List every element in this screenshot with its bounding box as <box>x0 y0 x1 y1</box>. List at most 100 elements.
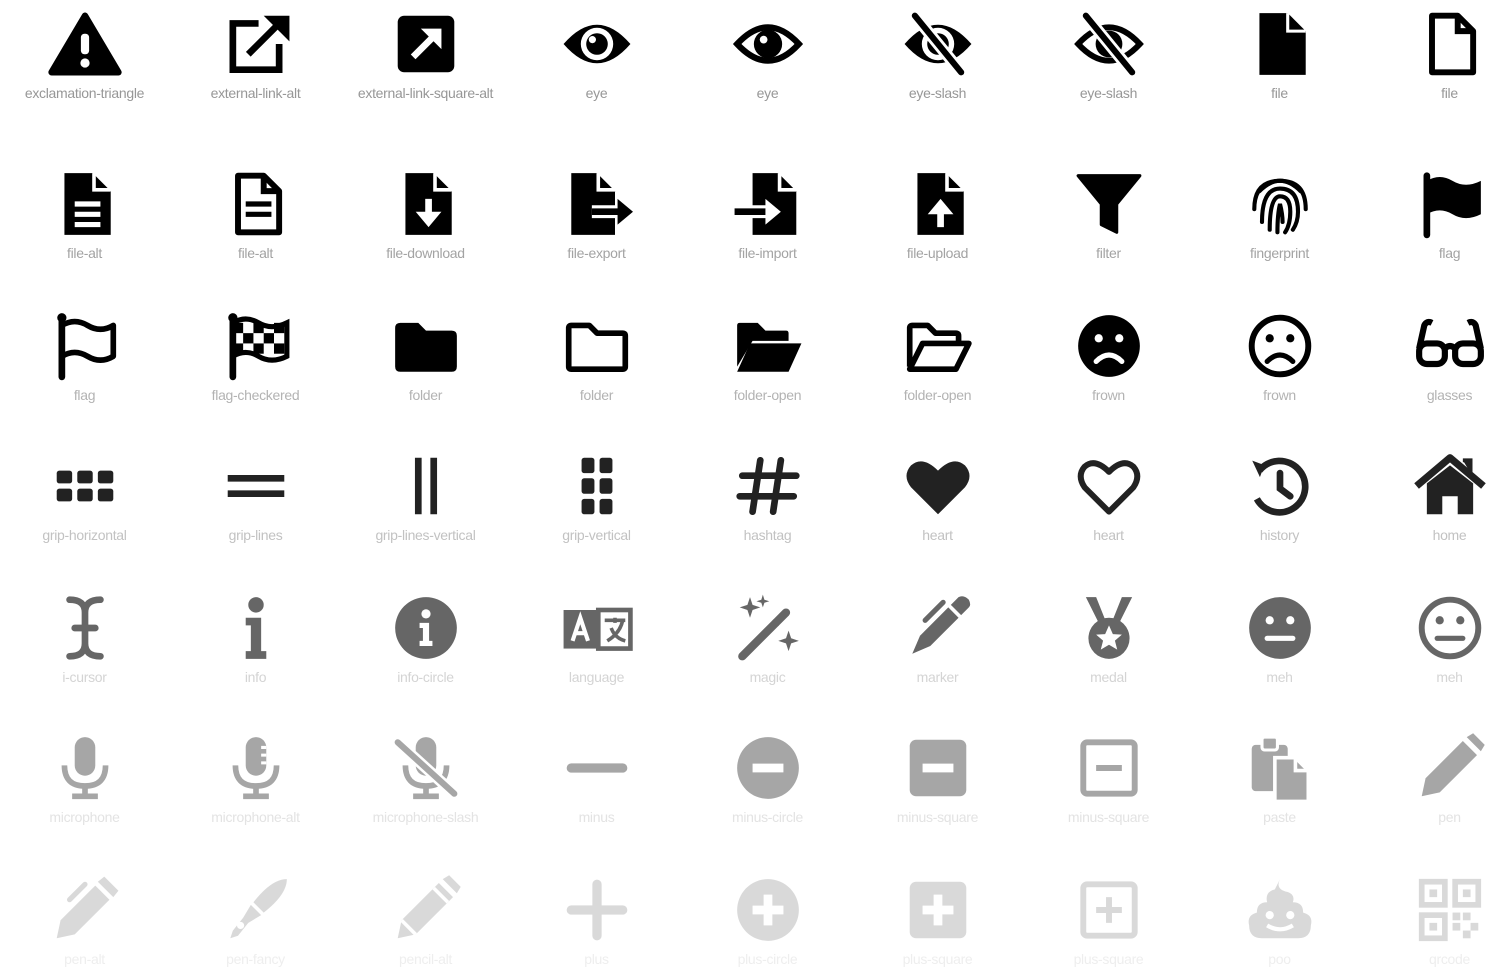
icon-tile-file-alt[interactable]: file-alt <box>0 168 170 263</box>
icon-label: file <box>1441 85 1458 101</box>
folder-open-icon <box>736 322 801 372</box>
icon-tile-folder[interactable]: folder <box>511 310 682 405</box>
eye-outline-icon <box>732 24 803 64</box>
icon-tile-minus[interactable]: minus <box>511 732 682 827</box>
icon-tile-marker[interactable]: marker <box>852 592 1023 687</box>
icon-tile-microphone[interactable]: microphone <box>0 732 170 827</box>
i-cursor-icon <box>65 596 104 660</box>
plus-square-icon <box>909 881 966 939</box>
icon-label: eye-slash <box>1079 85 1138 101</box>
icon-tile-pencil-alt[interactable]: pencil-alt <box>340 874 511 969</box>
icon-tile-file-alt[interactable]: file-alt <box>170 168 341 263</box>
icon-tile-grip-vertical[interactable]: grip-vertical <box>511 450 682 545</box>
icon-label: meh <box>1436 669 1463 685</box>
minus-square-icon <box>909 739 966 797</box>
icon-tile-history[interactable]: history <box>1194 450 1365 545</box>
icon-tile-heart[interactable]: heart <box>852 450 1023 545</box>
icon-label: frown <box>1092 387 1125 403</box>
icon-tile-grip-lines[interactable]: grip-lines <box>170 450 341 545</box>
eye-icon <box>563 24 630 64</box>
grip-horizontal-icon <box>56 470 113 502</box>
grip-lines-vertical-icon <box>414 457 437 515</box>
icon-tile-language[interactable]: language <box>511 592 682 687</box>
icon-tile-minus-square[interactable]: minus-square <box>1023 732 1194 827</box>
icon-label: language <box>568 669 625 685</box>
icon-label: file-import <box>738 245 797 261</box>
icon-label: folder <box>579 387 614 403</box>
exclamation-triangle-icon <box>47 12 122 76</box>
icon-tile-frown[interactable]: frown <box>1023 310 1194 405</box>
icon-tile-file-export[interactable]: file-export <box>511 168 682 263</box>
icon-label: folder <box>408 387 443 403</box>
icon-tile-medal[interactable]: medal <box>1023 592 1194 687</box>
icon-label: flag <box>1438 245 1461 261</box>
flag-checkered-icon <box>227 313 289 381</box>
icon-tile-meh[interactable]: meh <box>1194 592 1365 687</box>
icon-tile-flag[interactable]: flag <box>1364 168 1494 263</box>
file-icon <box>1258 13 1306 75</box>
pen-fancy-icon <box>229 879 287 939</box>
icon-label: microphone <box>49 809 120 825</box>
external-link-square-alt-icon <box>397 15 454 73</box>
icon-tile-info-circle[interactable]: info-circle <box>340 592 511 687</box>
icon-tile-meh[interactable]: meh <box>1364 592 1494 687</box>
icon-label: heart <box>1093 527 1124 543</box>
icon-label: info <box>244 669 267 685</box>
icon-tile-file[interactable]: file <box>1194 8 1365 103</box>
icon-tile-file[interactable]: file <box>1364 8 1494 103</box>
icon-tile-file-import[interactable]: file-import <box>682 168 853 263</box>
plus-icon <box>566 879 627 941</box>
icon-tile-home[interactable]: home <box>1364 450 1494 545</box>
icon-label: eye <box>756 85 779 101</box>
icon-tile-pen-alt[interactable]: pen-alt <box>0 874 170 969</box>
icon-tile-flag-checkered[interactable]: flag-checkered <box>170 310 341 405</box>
icon-tile-folder-open[interactable]: folder-open <box>852 310 1023 405</box>
icon-tile-heart[interactable]: heart <box>1023 450 1194 545</box>
icon-grid: exclamation-triangle external-link-alt ext… <box>0 0 1494 980</box>
icon-label: external-link-alt <box>210 85 301 101</box>
flag-outline-icon <box>56 313 116 381</box>
icon-tile-folder[interactable]: folder <box>340 310 511 405</box>
icon-tile-hashtag[interactable]: hashtag <box>682 450 853 545</box>
icon-tile-flag[interactable]: flag <box>0 310 170 405</box>
icon-tile-glasses[interactable]: glasses <box>1364 310 1494 405</box>
icon-tile-paste[interactable]: paste <box>1194 732 1365 827</box>
icon-tile-eye-slash[interactable]: eye-slash <box>1023 8 1194 103</box>
icon-tile-info[interactable]: info <box>170 592 341 687</box>
icon-tile-i-cursor[interactable]: i-cursor <box>0 592 170 687</box>
icon-tile-minus-square[interactable]: minus-square <box>852 732 1023 827</box>
icon-tile-microphone-alt[interactable]: microphone-alt <box>170 732 341 827</box>
icon-tile-file-download[interactable]: file-download <box>340 168 511 263</box>
icon-tile-file-upload[interactable]: file-upload <box>852 168 1023 263</box>
icon-label: paste <box>1263 809 1296 825</box>
icon-tile-frown[interactable]: frown <box>1194 310 1365 405</box>
icon-tile-eye-slash[interactable]: eye-slash <box>852 8 1023 103</box>
icon-tile-pen[interactable]: pen <box>1364 732 1494 827</box>
icon-label: frown <box>1263 387 1296 403</box>
icon-tile-external-link-square-alt[interactable]: external-link-square-alt <box>340 8 511 103</box>
icon-tile-exclamation-triangle[interactable]: exclamation-triangle <box>0 8 170 103</box>
icon-tile-microphone-slash[interactable]: microphone-slash <box>340 732 511 827</box>
icon-tile-poo[interactable]: poo <box>1194 874 1365 969</box>
icon-tile-plus-square[interactable]: plus-square <box>1023 874 1194 969</box>
icon-tile-folder-open[interactable]: folder-open <box>682 310 853 405</box>
icon-label: file-export <box>567 245 626 261</box>
icon-tile-grip-horizontal[interactable]: grip-horizontal <box>0 450 170 545</box>
icon-label: grip-lines <box>228 527 283 543</box>
icon-tile-plus-square[interactable]: plus-square <box>852 874 1023 969</box>
icon-tile-grip-lines-vertical[interactable]: grip-lines-vertical <box>340 450 511 545</box>
icon-tile-plus-circle[interactable]: plus-circle <box>682 874 853 969</box>
icon-tile-eye[interactable]: eye <box>511 8 682 103</box>
meh-icon <box>1248 597 1311 659</box>
icon-tile-fingerprint[interactable]: fingerprint <box>1194 168 1365 263</box>
icon-tile-filter[interactable]: filter <box>1023 168 1194 263</box>
icon-label: file-alt <box>67 245 102 261</box>
icon-tile-eye[interactable]: eye <box>682 8 853 103</box>
icon-tile-magic[interactable]: magic <box>682 592 853 687</box>
icon-tile-external-link-alt[interactable]: external-link-alt <box>170 8 341 103</box>
icon-tile-pen-fancy[interactable]: pen-fancy <box>170 874 341 969</box>
icon-tile-qrcode[interactable]: qrcode <box>1364 874 1494 969</box>
icon-tile-plus[interactable]: plus <box>511 874 682 969</box>
icon-tile-minus-circle[interactable]: minus-circle <box>682 732 853 827</box>
icon-label: home <box>1432 527 1467 543</box>
